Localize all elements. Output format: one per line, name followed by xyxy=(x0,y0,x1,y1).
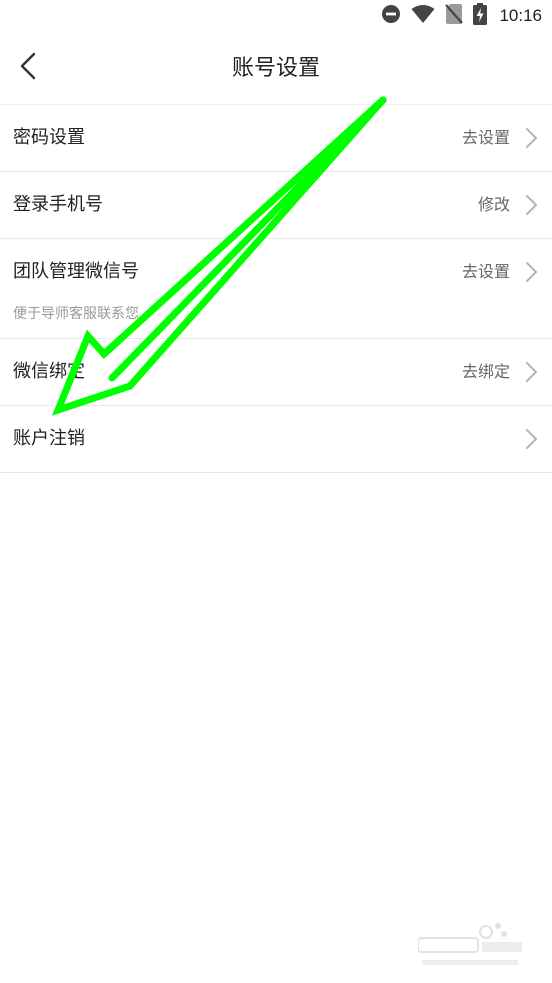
chevron-right-icon xyxy=(524,261,538,283)
row-label: 微信绑定 xyxy=(13,361,85,382)
battery-charging-icon xyxy=(473,3,488,29)
wechat-binding-row[interactable]: 微信绑定 去绑定 xyxy=(0,339,552,406)
row-label: 登录手机号 xyxy=(13,194,103,215)
status-icons: 10:16 xyxy=(381,3,542,29)
row-action: 去设置 xyxy=(461,128,510,147)
row-action: 修改 xyxy=(477,195,510,214)
account-cancellation-row[interactable]: 账户注销 xyxy=(0,406,552,473)
chevron-right-icon xyxy=(524,361,538,383)
chevron-right-icon xyxy=(524,428,538,450)
row-label: 团队管理微信号 xyxy=(13,261,139,282)
settings-list: 密码设置 去设置 登录手机号 修改 团队管理微信号 去设置 便于导师客服联系您 … xyxy=(0,105,552,473)
row-label: 账户注销 xyxy=(13,428,85,449)
chevron-right-icon xyxy=(524,194,538,216)
page-title: 账号设置 xyxy=(231,56,320,81)
row-label: 密码设置 xyxy=(13,127,85,148)
login-phone-row[interactable]: 登录手机号 修改 xyxy=(0,172,552,239)
do-not-disturb-icon xyxy=(381,4,401,28)
watermark-logo-icon xyxy=(418,923,522,965)
no-sim-icon xyxy=(445,3,464,29)
status-time: 10:16 xyxy=(499,6,542,25)
row-subtext: 便于导师客服联系您 xyxy=(13,306,139,322)
row-action: 去设置 xyxy=(461,262,510,281)
chevron-right-icon xyxy=(524,127,538,149)
wifi-icon xyxy=(411,4,435,28)
team-wechat-row[interactable]: 团队管理微信号 去设置 便于导师客服联系您 xyxy=(0,239,552,339)
account-settings-screen: 10:16 账号设置 密码设置 去设置 登录手机号 修改 团队管理微信号 去设置… xyxy=(0,0,552,983)
status-bar: 10:16 xyxy=(0,0,552,32)
password-settings-row[interactable]: 密码设置 去设置 xyxy=(0,105,552,172)
row-action: 去绑定 xyxy=(461,362,510,381)
title-bar: 账号设置 xyxy=(0,36,552,105)
